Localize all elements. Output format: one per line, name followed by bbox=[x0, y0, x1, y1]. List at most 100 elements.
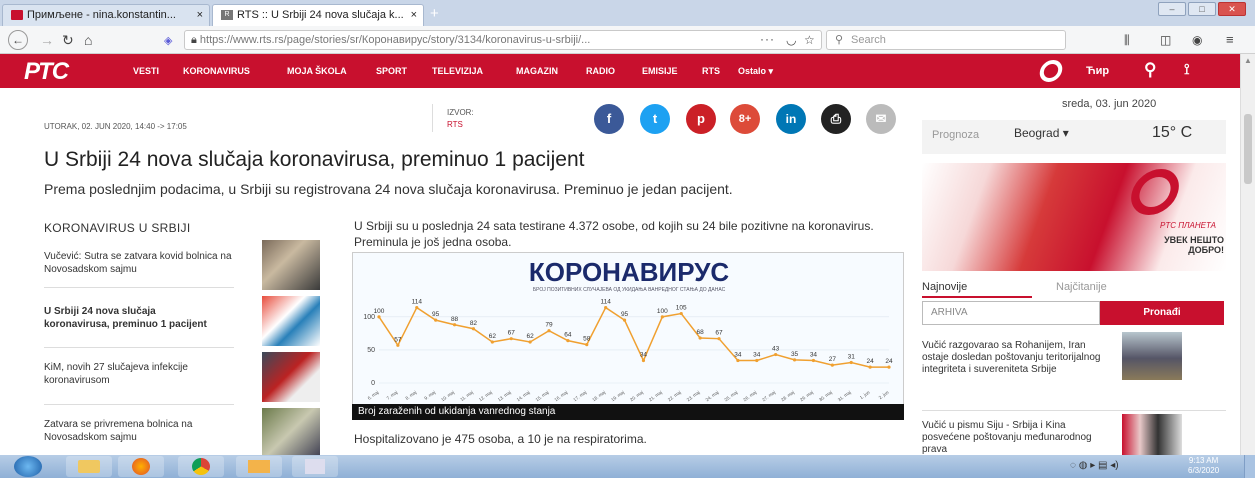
related-thumbnail[interactable] bbox=[262, 240, 320, 290]
related-thumbnail[interactable] bbox=[262, 296, 320, 346]
nav-sport[interactable]: SPORT bbox=[376, 66, 407, 76]
related-thumbnail[interactable] bbox=[262, 408, 320, 455]
print-button[interactable]: ⎙ bbox=[821, 104, 851, 134]
home-icon[interactable]: ⌂ bbox=[84, 32, 92, 48]
tab-title: Примљене - nina.konstantin... bbox=[27, 9, 176, 21]
latest-item[interactable]: Vučić razgovarao sa Rohanijem, Iran osta… bbox=[922, 340, 1112, 376]
scroll-thumb[interactable] bbox=[1244, 114, 1252, 184]
city-select[interactable]: Beograd ▾ bbox=[1014, 126, 1069, 140]
rts-logo[interactable]: РТС bbox=[24, 58, 69, 86]
nav-vesti[interactable]: VESTI bbox=[133, 66, 159, 76]
twitter-share-button[interactable]: t bbox=[640, 104, 670, 134]
back-icon[interactable]: ← bbox=[8, 30, 28, 50]
clock-date: 6/3/2020 bbox=[1188, 466, 1220, 475]
menu-icon[interactable]: ≡ bbox=[1226, 32, 1234, 48]
start-button[interactable] bbox=[14, 456, 42, 477]
source-value[interactable]: RTS bbox=[447, 120, 463, 129]
chart-plot: 100 6. maj 57 7. maj 114 8. maj 95 9. maj 88 10. … bbox=[367, 299, 893, 403]
ad-banner[interactable]: PTC ПЛАНЕТА УВЕК НЕШТО ДОБРО! bbox=[922, 163, 1226, 271]
tab-most-read[interactable]: Najčitanije bbox=[1056, 281, 1107, 293]
search-input[interactable]: ⚲ Search bbox=[826, 30, 1066, 50]
data-point bbox=[755, 358, 759, 363]
related-item[interactable]: Vučević: Sutra se zatvara kovid bolnica … bbox=[44, 250, 240, 276]
sidebar-icon[interactable]: ◫ bbox=[1160, 32, 1171, 48]
page-actions-icon[interactable]: ··· bbox=[760, 31, 775, 47]
account-icon[interactable]: ◉ bbox=[1192, 32, 1202, 48]
data-label: 64 bbox=[564, 332, 572, 339]
bookmark-icon[interactable]: ☆ bbox=[804, 32, 815, 48]
pocket-icon[interactable]: ◡ bbox=[786, 32, 796, 48]
facebook-share-button[interactable]: f bbox=[594, 104, 624, 134]
x-tick-label: 22. maj bbox=[667, 390, 682, 403]
latest-thumbnail[interactable] bbox=[1122, 414, 1182, 455]
related-item-active[interactable]: U Srbiji 24 nova slučaja koronavirusa, p… bbox=[44, 305, 224, 331]
forward-icon[interactable]: → bbox=[40, 32, 54, 48]
data-point bbox=[396, 343, 400, 347]
app-taskbar-icon[interactable] bbox=[292, 456, 338, 477]
y-tick-label: 0 bbox=[371, 380, 375, 387]
nav-rts[interactable]: RTS bbox=[702, 66, 720, 76]
scroll-up-icon[interactable]: ▲ bbox=[1243, 56, 1253, 66]
firefox-taskbar-icon[interactable] bbox=[118, 456, 164, 477]
linkedin-icon: in bbox=[785, 112, 797, 126]
nav-televizija[interactable]: TELEVIZIJA bbox=[432, 66, 483, 76]
tray-icons[interactable]: ◌ ◍ ▸ ▤ ◂) bbox=[1070, 460, 1119, 471]
tab-latest[interactable]: Najnovije bbox=[922, 281, 967, 293]
tab-underline bbox=[922, 296, 1032, 298]
archive-input[interactable]: ARHIVA bbox=[922, 301, 1100, 325]
mail-taskbar-icon[interactable] bbox=[236, 456, 282, 477]
nav-ostalo[interactable]: Ostalo ▾ bbox=[738, 66, 773, 77]
related-item[interactable]: Zatvara se privremena bolnica na Novosad… bbox=[44, 418, 240, 444]
close-icon[interactable]: × bbox=[411, 5, 417, 25]
related-item[interactable]: KiM, novih 27 slučajeva infekcije korona… bbox=[44, 361, 240, 387]
article-paragraph: U Srbiji su u poslednja 24 sata testiran… bbox=[354, 219, 874, 249]
windows-taskbar: ◌ ◍ ▸ ▤ ◂) 9:13 AM 6/3/2020 bbox=[0, 455, 1255, 478]
related-thumbnail[interactable] bbox=[262, 352, 320, 402]
maximize-button[interactable]: □ bbox=[1188, 2, 1216, 16]
x-tick-label: 18. maj bbox=[591, 390, 606, 403]
window-close-button[interactable]: ✕ bbox=[1218, 2, 1246, 16]
data-point bbox=[585, 343, 589, 347]
minimize-button[interactable]: – bbox=[1158, 2, 1186, 16]
rss-icon[interactable]: ⟟ bbox=[1184, 61, 1190, 78]
library-icon[interactable]: ⫼ bbox=[1124, 32, 1130, 48]
x-tick-label: 13. maj bbox=[497, 390, 512, 403]
data-label: 35 bbox=[791, 351, 799, 358]
email-share-button[interactable]: ✉ bbox=[866, 104, 896, 134]
url-bar[interactable]: 🔒︎ https://www.rts.rs/page/stories/sr/Ко… bbox=[184, 30, 822, 50]
clock[interactable]: 9:13 AM 6/3/2020 bbox=[1188, 456, 1219, 476]
chrome-taskbar-icon[interactable] bbox=[178, 456, 224, 477]
page-scrollbar[interactable]: ▲ bbox=[1240, 54, 1255, 455]
search-placeholder: Search bbox=[851, 34, 886, 46]
x-tick-label: 26. maj bbox=[742, 390, 757, 403]
print-icon: ⎙ bbox=[830, 111, 842, 126]
x-tick-label: 7. maj bbox=[386, 390, 399, 401]
chart-title: КОРОНАВИРУС bbox=[529, 257, 730, 287]
archive-search-button[interactable]: Pronađi bbox=[1100, 301, 1224, 325]
nav-radio[interactable]: RADIO bbox=[586, 66, 615, 76]
planeta-icon[interactable] bbox=[1037, 60, 1065, 82]
linkedin-share-button[interactable]: in bbox=[776, 104, 806, 134]
googleplus-share-button[interactable]: 8+ bbox=[730, 104, 760, 134]
reload-icon[interactable]: ↻ bbox=[62, 32, 74, 48]
script-toggle[interactable]: Ћир bbox=[1086, 65, 1109, 77]
pinterest-share-button[interactable]: p bbox=[686, 104, 716, 134]
latest-item[interactable]: Vučić u pismu Siju - Srbija i Kina posve… bbox=[922, 420, 1112, 456]
search-icon[interactable]: ⚲ bbox=[1144, 60, 1156, 80]
data-point bbox=[547, 329, 551, 333]
nav-magazin[interactable]: MAGAZIN bbox=[516, 66, 558, 76]
tab-mail[interactable]: Примљене - nina.konstantin... × bbox=[2, 4, 210, 26]
file-explorer-taskbar-icon[interactable] bbox=[66, 456, 112, 477]
tab-rts[interactable]: R RTS :: U Srbiji 24 nova slučaja k... × bbox=[212, 4, 424, 26]
new-tab-button[interactable]: + bbox=[430, 6, 439, 21]
nav-emisije[interactable]: EMISIJE bbox=[642, 66, 678, 76]
data-point bbox=[528, 340, 532, 344]
nav-koronavirus[interactable]: KORONAVIRUS bbox=[183, 66, 250, 76]
latest-thumbnail[interactable] bbox=[1122, 332, 1182, 380]
shield-icon[interactable]: ◈ bbox=[164, 33, 172, 49]
show-desktop-button[interactable] bbox=[1244, 455, 1255, 478]
close-icon[interactable]: × bbox=[197, 5, 203, 25]
nav-moja-skola[interactable]: MOJA ŠKOLA bbox=[287, 66, 347, 76]
article-date-text: UTORAK, 02. JUN 2020, 14:40 -> 17:05 bbox=[44, 122, 187, 131]
data-label: 100 bbox=[374, 308, 385, 315]
